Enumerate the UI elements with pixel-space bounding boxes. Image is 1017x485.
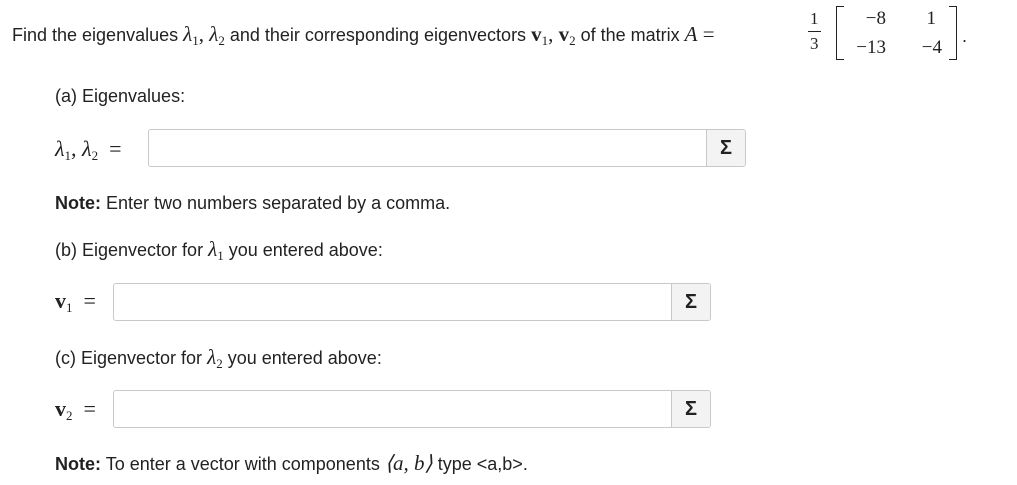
question-comma: , (198, 22, 204, 46)
v2-field: Σ (113, 390, 711, 428)
sigma-button[interactable]: Σ (671, 391, 710, 427)
v2-subscript: 2 (569, 33, 576, 48)
part-b-label-pre: (b) Eigenvector for (55, 240, 204, 260)
part-b-label: (b) Eigenvector for λ1 you entered above… (55, 237, 383, 264)
matrix-right-bracket (949, 6, 957, 60)
note-label: Note: (55, 193, 101, 213)
eigenvalues-comma: , (71, 136, 77, 161)
lambda-1-symbol: λ (183, 22, 193, 46)
vector-notation: ⟨a, b⟩ (384, 451, 433, 475)
eigenvalues-equals: = (109, 136, 122, 161)
part-c-lambda-sub: 2 (216, 356, 223, 371)
question-suffix: of the matrix (580, 25, 680, 45)
matrix-name: A (684, 22, 698, 46)
sigma-icon: Σ (684, 397, 697, 420)
sigma-icon: Σ (719, 136, 732, 159)
v1-subscript: 1 (541, 33, 549, 48)
fraction-denominator: 3 (810, 34, 819, 53)
eigenvalues-field: Σ (148, 129, 746, 167)
question-prefix: Find the eigenvalues (12, 25, 179, 45)
eigenvalues-input[interactable] (149, 130, 706, 166)
v1-input[interactable] (114, 284, 671, 320)
v2-lhs-symbol: v (55, 396, 66, 421)
question-middle: and their corresponding eigenvectors (229, 25, 527, 45)
lambda-2-subscript: 2 (218, 33, 225, 48)
eigenvalues-note: Note: Enter two numbers separated by a c… (55, 193, 450, 214)
matrix-equals: = (702, 22, 715, 46)
part-b-lambda: λ (208, 237, 218, 261)
v2-input[interactable] (114, 391, 671, 427)
sigma-button[interactable]: Σ (671, 284, 710, 320)
v1-lhs-subscript: 1 (66, 300, 73, 315)
eigenvalues-sub-2: 2 (91, 148, 99, 163)
matrix-cell-12: 1 (926, 8, 937, 29)
sigma-button[interactable]: Σ (706, 130, 745, 166)
matrix-cell-21: −13 (856, 37, 886, 58)
part-b-label-post: you entered above: (228, 240, 383, 260)
matrix-cell-11: −8 (865, 8, 886, 29)
footer-note-end: type <a,b>. (437, 454, 528, 474)
part-c-label-pre: (c) Eigenvector for (55, 348, 203, 368)
eigenvalues-lambda-2: λ (82, 136, 92, 161)
note-text: Enter two numbers separated by a comma. (106, 193, 451, 213)
v1-lhs-equals: = (83, 288, 96, 313)
matrix-cell-22: −4 (921, 37, 942, 58)
eigenvalues-lhs: λ1, λ2 = (55, 136, 121, 164)
v1-field: Σ (113, 283, 711, 321)
eigenvalues-lambda-1: λ (55, 136, 65, 161)
v2-symbol: v (558, 22, 570, 46)
lambda-2-symbol: λ (209, 22, 219, 46)
v1-symbol: v (531, 22, 542, 46)
v1-lhs-symbol: v (55, 288, 66, 313)
part-b-lambda-sub: 1 (217, 248, 224, 263)
v1-lhs: v1 = (55, 288, 96, 316)
sigma-icon: Σ (684, 290, 697, 313)
part-a-label: (a) Eigenvalues: (55, 86, 186, 106)
footer-note-label: Note: (55, 454, 101, 474)
footer-note-text: To enter a vector with components (105, 454, 380, 474)
fraction-numerator: 1 (808, 9, 821, 32)
part-c-label: (c) Eigenvector for λ2 you entered above… (55, 345, 382, 372)
v2-lhs-equals: = (83, 396, 96, 421)
question-period: . (962, 26, 968, 46)
v2-lhs: v2 = (55, 396, 96, 424)
part-c-label-post: you entered above: (227, 348, 382, 368)
vector-note: Note: To enter a vector with components … (55, 451, 528, 476)
scalar-fraction: 1 3 (808, 9, 821, 54)
matrix-a: −8 1 −13 −4 (836, 4, 960, 62)
part-c-lambda: λ (207, 345, 217, 369)
v2-lhs-subscript: 2 (66, 408, 73, 423)
question-text: Find the eigenvalues λ1, λ2 and their co… (12, 22, 715, 48)
